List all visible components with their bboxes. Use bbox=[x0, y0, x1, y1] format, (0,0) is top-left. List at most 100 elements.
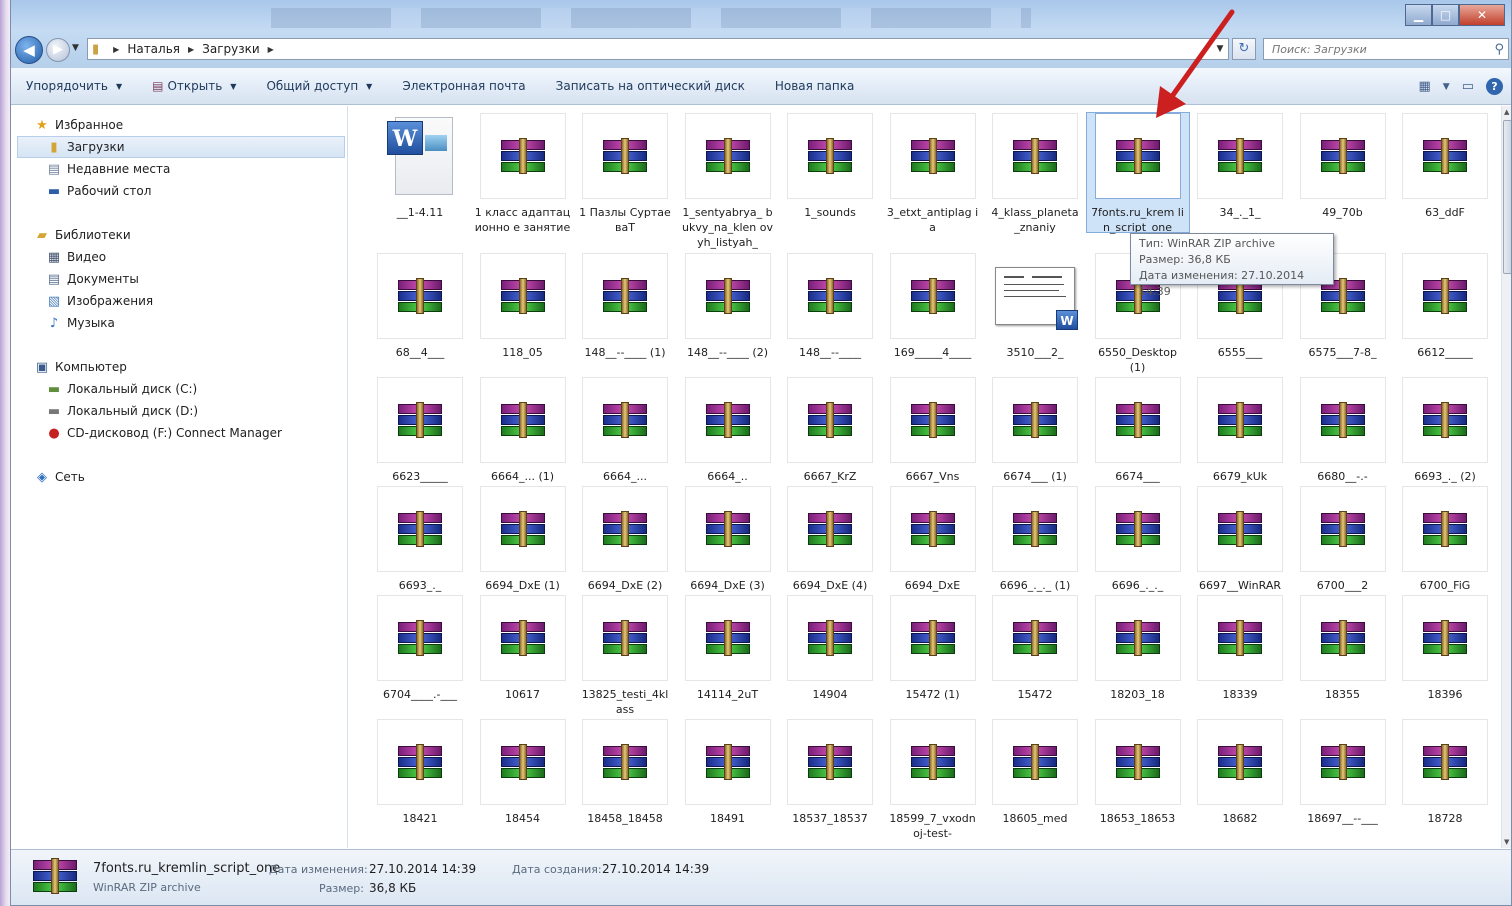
file-item[interactable]: 18682 bbox=[1189, 719, 1291, 826]
file-item[interactable]: 18458_18458 bbox=[574, 719, 676, 826]
file-item[interactable]: W __1-4.11 bbox=[369, 113, 471, 220]
file-item[interactable]: 18355 bbox=[1292, 595, 1394, 702]
breadcrumb-user[interactable]: Наталья bbox=[127, 42, 180, 56]
file-item[interactable]: 6693_._ bbox=[369, 486, 471, 593]
file-item[interactable]: 15472 (1) bbox=[882, 595, 984, 702]
file-item[interactable]: 7fonts.ru_krem lin_script_one bbox=[1085, 112, 1190, 234]
nav-item-drive-c[interactable]: ▬ Локальный диск (C:) bbox=[11, 378, 347, 400]
close-button[interactable]: ✕ bbox=[1459, 4, 1505, 26]
file-item[interactable]: 6694_DxE (3) bbox=[677, 486, 779, 593]
search-input[interactable] bbox=[1272, 42, 1472, 56]
scroll-thumb[interactable] bbox=[1503, 120, 1511, 274]
file-item[interactable]: W 3510___2_ bbox=[984, 253, 1086, 360]
file-item[interactable]: 34_._1_ bbox=[1189, 113, 1291, 220]
address-dropdown-icon[interactable]: ▼ bbox=[1212, 44, 1228, 54]
nav-favorites[interactable]: ★ Избранное bbox=[11, 114, 347, 136]
nav-item-cd-drive[interactable]: ● CD-дисковод (F:) Connect Manager bbox=[11, 422, 347, 444]
file-item[interactable]: 6664_... (1) bbox=[472, 377, 574, 484]
file-item[interactable]: 10617 bbox=[472, 595, 574, 702]
nav-item-desktop[interactable]: ▬ Рабочий стол bbox=[11, 180, 347, 202]
file-item[interactable]: 18599_7_vxodn oj-test- bbox=[882, 719, 984, 841]
file-item[interactable]: 6694_DxE bbox=[882, 486, 984, 593]
email-button[interactable]: Электронная почта bbox=[387, 79, 540, 93]
file-item[interactable]: 15472 bbox=[984, 595, 1086, 702]
file-item[interactable]: 6697__WinRAR bbox=[1189, 486, 1291, 593]
file-item[interactable]: 3_etxt_antiplag ia bbox=[882, 113, 984, 235]
file-item[interactable]: 6694_DxE (1) bbox=[472, 486, 574, 593]
nav-item-music[interactable]: ♪ Музыка bbox=[11, 312, 347, 334]
file-item[interactable]: 1 класс адаптационно е занятие bbox=[472, 113, 574, 235]
organize-button[interactable]: Упорядочить ▼ bbox=[11, 79, 137, 93]
minimize-button[interactable]: ▁ bbox=[1405, 4, 1432, 26]
file-item[interactable]: 18454 bbox=[472, 719, 574, 826]
file-item[interactable]: 1_sentyabrya_ bukvy_na_klen ovyh_listyah… bbox=[677, 113, 779, 250]
refresh-button[interactable]: ↻ bbox=[1232, 38, 1256, 60]
help-icon[interactable]: ? bbox=[1486, 78, 1503, 95]
file-item[interactable]: 18203_18 bbox=[1087, 595, 1189, 702]
burn-button[interactable]: Записать на оптический диск bbox=[541, 79, 760, 93]
file-item[interactable]: 4_klass_planeta _znaniy bbox=[984, 113, 1086, 235]
file-item[interactable]: 6612_____ bbox=[1394, 253, 1496, 360]
file-item[interactable]: 1 Пазлы СуртаеваТ bbox=[574, 113, 676, 235]
open-button[interactable]: ▤ Открыть ▼ bbox=[137, 79, 251, 93]
file-item[interactable]: 6667_Vns bbox=[882, 377, 984, 484]
nav-computer[interactable]: ▣ Компьютер bbox=[11, 356, 347, 378]
view-dropdown-icon[interactable]: ▼ bbox=[1443, 82, 1450, 92]
file-item[interactable]: 118_05 bbox=[472, 253, 574, 360]
vertical-scrollbar[interactable]: ▲ ▼ bbox=[1501, 106, 1511, 848]
file-item[interactable]: 6694_DxE (2) bbox=[574, 486, 676, 593]
file-item[interactable]: 18728 bbox=[1394, 719, 1496, 826]
search-box[interactable]: ⚲ bbox=[1263, 38, 1509, 60]
file-item[interactable]: 18697__--___ bbox=[1292, 719, 1394, 826]
file-item[interactable]: 18537_18537 bbox=[779, 719, 881, 826]
maximize-button[interactable]: □ bbox=[1432, 4, 1459, 26]
breadcrumb-separator-icon[interactable]: ▶ bbox=[268, 45, 274, 54]
file-item[interactable]: 6674___ (1) bbox=[984, 377, 1086, 484]
file-item[interactable]: 6700_FiG bbox=[1394, 486, 1496, 593]
file-item[interactable]: 63_ddF bbox=[1394, 113, 1496, 220]
file-item[interactable]: 6696_._._ bbox=[1087, 486, 1189, 593]
file-item[interactable]: 6664_... bbox=[574, 377, 676, 484]
preview-pane-icon[interactable]: ▭ bbox=[1462, 79, 1474, 94]
file-item[interactable]: 169_____4____ bbox=[882, 253, 984, 360]
nav-libraries[interactable]: ▰ Библиотеки bbox=[11, 224, 347, 246]
nav-item-documents[interactable]: ▤ Документы bbox=[11, 268, 347, 290]
file-item[interactable]: 1_sounds bbox=[779, 113, 881, 220]
history-dropdown-icon[interactable]: ▼ bbox=[72, 43, 79, 53]
file-item[interactable]: 148__--____ (2) bbox=[677, 253, 779, 360]
file-item[interactable]: 6667_KrZ bbox=[779, 377, 881, 484]
nav-item-recent-places[interactable]: ▤ Недавние места bbox=[11, 158, 347, 180]
nav-item-drive-d[interactable]: ▬ Локальный диск (D:) bbox=[11, 400, 347, 422]
breadcrumb-separator-icon[interactable]: ▶ bbox=[113, 45, 119, 54]
change-view-icon[interactable]: ▦ bbox=[1418, 79, 1430, 94]
file-item[interactable]: 148__--____ (1) bbox=[574, 253, 676, 360]
file-item[interactable]: 18653_18653 bbox=[1087, 719, 1189, 826]
file-item[interactable]: 18421 bbox=[369, 719, 471, 826]
nav-item-images[interactable]: ▧ Изображения bbox=[11, 290, 347, 312]
file-item[interactable]: 6674___ bbox=[1087, 377, 1189, 484]
file-item[interactable]: 18491 bbox=[677, 719, 779, 826]
file-item[interactable]: 13825_testi_4kl ass bbox=[574, 595, 676, 717]
file-item[interactable]: 14904 bbox=[779, 595, 881, 702]
address-bar[interactable]: ▮ ▶ Наталья ▶ Загрузки ▶ ▼ bbox=[87, 38, 1229, 60]
file-item[interactable]: 6700___2 bbox=[1292, 486, 1394, 593]
file-item[interactable]: 6623_____ bbox=[369, 377, 471, 484]
back-button[interactable]: ◀ bbox=[15, 36, 43, 64]
file-item[interactable]: 18396 bbox=[1394, 595, 1496, 702]
scroll-down-icon[interactable]: ▼ bbox=[1504, 838, 1509, 846]
nav-item-downloads[interactable]: ▮ Загрузки bbox=[17, 136, 345, 158]
search-icon[interactable]: ⚲ bbox=[1494, 42, 1504, 57]
file-item[interactable]: 18605_med bbox=[984, 719, 1086, 826]
file-item[interactable]: 148__--____ bbox=[779, 253, 881, 360]
file-item[interactable]: 6664_.. bbox=[677, 377, 779, 484]
file-item[interactable]: 6694_DxE (4) bbox=[779, 486, 881, 593]
file-item[interactable]: 6696_._._ (1) bbox=[984, 486, 1086, 593]
file-item[interactable]: 14114_2uT bbox=[677, 595, 779, 702]
file-item[interactable]: 49_70b bbox=[1292, 113, 1394, 220]
file-item[interactable]: 68__4___ bbox=[369, 253, 471, 360]
scroll-up-icon[interactable]: ▲ bbox=[1504, 108, 1509, 116]
file-item[interactable]: 6704____.-___ bbox=[369, 595, 471, 702]
file-item[interactable]: 6679_kUk bbox=[1189, 377, 1291, 484]
nav-network[interactable]: ◈ Сеть bbox=[11, 466, 347, 488]
share-button[interactable]: Общий доступ ▼ bbox=[251, 79, 387, 93]
